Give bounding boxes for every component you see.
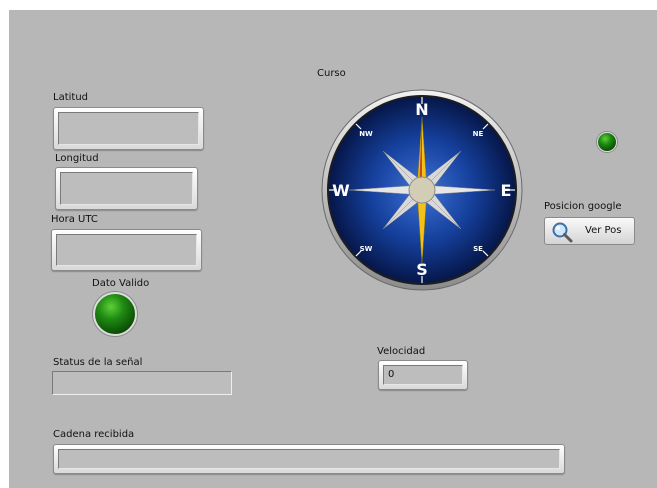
compass-east-label: E [501,181,512,200]
curso-label: Curso [317,68,346,79]
posicion-led [597,132,617,152]
hora-utc-indicator [51,229,202,271]
latitud-label: Latitud [53,92,89,103]
dato-valido-led [93,292,137,336]
cadena-indicator [53,444,565,474]
compass-ne-label: NE [473,130,484,138]
ver-pos-label: Ver Pos [585,225,622,236]
magnifier-icon [552,222,573,243]
dato-valido-label: Dato Valido [92,278,150,289]
longitud-value [60,172,193,205]
compass-se-label: SE [473,245,483,253]
status-label: Status de la señal [53,357,143,368]
velocidad-indicator: 0 [378,360,468,390]
cadena-label: Cadena recibida [53,429,135,440]
latitud-indicator [53,107,204,150]
compass-sw-label: SW [360,245,373,253]
compass-nw-label: NW [359,130,373,138]
longitud-label: Longitud [55,153,99,164]
compass-north-label: N [415,100,428,119]
cadena-value [58,449,560,469]
posicion-google-label: Posicion google [544,201,622,212]
compass-gauge: N S E W NW NE SW SE [321,89,523,291]
hora-utc-label: Hora UTC [51,214,98,225]
hora-utc-value [56,234,197,266]
velocidad-value: 0 [383,365,463,385]
status-value [53,372,231,380]
ver-pos-button[interactable]: Ver Pos [544,217,635,245]
velocidad-label: Velocidad [377,346,426,357]
status-indicator [52,371,232,395]
compass-west-label: W [332,181,350,200]
compass-south-label: S [416,260,428,279]
latitud-value [58,112,199,145]
longitud-indicator [55,167,198,210]
